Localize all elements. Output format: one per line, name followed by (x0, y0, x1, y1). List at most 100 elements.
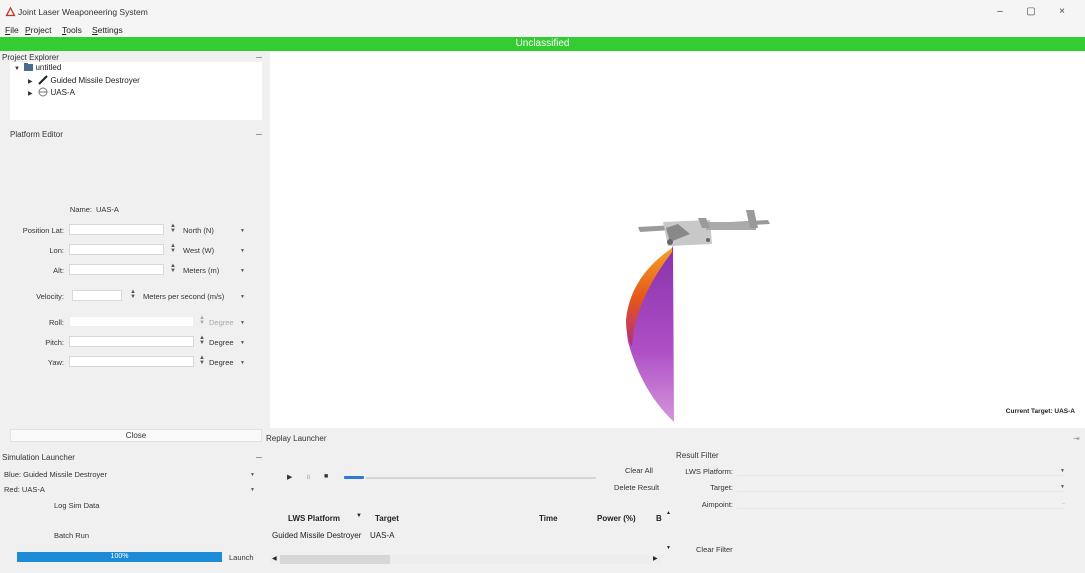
dropdown-arrow-icon: ▼ (240, 340, 245, 346)
dropdown-arrow-icon: ▼ (1060, 468, 1065, 474)
platform-editor-form: Name: UAS-A Position Lat: ▲ ▼ North (N) ▼ … (0, 140, 265, 428)
menu-file[interactable]: File (5, 25, 19, 35)
position-lat-label: Position Lat: (22, 226, 64, 235)
maximize-button[interactable]: ▢ (1021, 5, 1041, 19)
alt-input[interactable] (69, 264, 164, 275)
column-b[interactable]: B (656, 514, 662, 523)
current-target-readout: Current Target: UAS-A (1005, 408, 1075, 415)
replay-launcher-title: Replay Launcher (266, 434, 327, 443)
uas-icon (38, 87, 48, 97)
tree-root-label: untitled (35, 63, 62, 72)
pitch-input[interactable] (69, 336, 194, 347)
play-icon[interactable]: ▶ (287, 473, 292, 481)
title-bar: Joint Laser Weaponeering System – ▢ × (0, 0, 1085, 24)
lon-spinner-icon[interactable]: ▲ ▼ (170, 243, 176, 254)
collapse-arrow-icon[interactable]: ▶ (28, 90, 36, 97)
target-filter-select[interactable]: ▼ (737, 482, 1065, 492)
velocity-spinner-icon[interactable]: ▲ ▼ (130, 289, 136, 300)
tree-item-uas[interactable]: ▶ UAS-A (28, 87, 75, 97)
pause-icon[interactable]: ॥ (306, 473, 310, 482)
scene-viewport[interactable]: Current Target: UAS-A (270, 52, 1085, 428)
minimize-button[interactable]: – (990, 5, 1010, 19)
replay-slider-fill (344, 476, 364, 479)
dock-restore-icon[interactable]: ⇥ (1073, 434, 1080, 443)
lat-input[interactable] (69, 224, 164, 235)
close-editor-button[interactable]: Close (10, 429, 262, 442)
replay-slider-track[interactable] (366, 477, 596, 479)
dropdown-arrow-icon: ▼ (240, 294, 245, 300)
dropdown-arrow-icon: – (1062, 501, 1065, 507)
lat-spinner-icon[interactable]: ▲ ▼ (170, 223, 176, 234)
close-window-button[interactable]: × (1052, 5, 1072, 19)
alt-spinner-icon[interactable]: ▲ ▼ (170, 263, 176, 274)
yaw-input[interactable] (69, 356, 194, 367)
red-platform-select[interactable]: Red: UAS-A ▼ (4, 485, 255, 497)
column-power[interactable]: Power (%) (597, 514, 636, 523)
menu-project[interactable]: Project (25, 25, 51, 35)
column-target[interactable]: Target (375, 514, 399, 523)
destroyer-icon (38, 75, 48, 85)
project-explorer-title: Project Explorer (2, 53, 59, 62)
tree-root[interactable]: ▼ untitled (14, 63, 61, 72)
alt-unit-select[interactable]: Meters (m) ▼ (183, 266, 245, 275)
dropdown-arrow-icon: ▼ (250, 472, 255, 478)
dropdown-arrow-icon: ▼ (250, 487, 255, 493)
stop-icon[interactable]: ■ (324, 473, 328, 480)
tree-item-label: UAS-A (50, 88, 75, 97)
log-sim-data-checkbox[interactable]: Log Sim Data (54, 501, 99, 510)
delete-result-button[interactable]: Delete Result (614, 483, 659, 492)
dropdown-arrow-icon: ▼ (1060, 484, 1065, 490)
tree-item-destroyer[interactable]: ▶ Guided Missile Destroyer (28, 75, 140, 85)
scroll-right-icon[interactable]: ▶ (653, 555, 658, 562)
target-filter-label: Target: (710, 483, 733, 492)
clear-all-button[interactable]: Clear All (625, 466, 653, 475)
aimpoint-filter-label: Aimpoint: (701, 500, 733, 509)
menu-tools[interactable]: Tools (62, 25, 82, 35)
menu-settings[interactable]: Settings (92, 25, 123, 35)
expand-arrow-icon[interactable]: ▼ (14, 66, 22, 72)
roll-spinner-icon[interactable]: ▲ ▼ (199, 315, 205, 326)
roll-label: Roll: (48, 318, 64, 327)
lon-unit-select[interactable]: West (W) ▼ (183, 246, 245, 255)
roll-input[interactable] (69, 316, 194, 327)
velocity-input[interactable] (72, 290, 122, 301)
collapse-arrow-icon[interactable]: ▶ (28, 78, 36, 85)
scrollbar-thumb[interactable] (280, 555, 390, 564)
panel-float-icon[interactable] (256, 457, 262, 458)
menu-bar: File Project Tools Settings (0, 24, 1085, 37)
pitch-spinner-icon[interactable]: ▲ ▼ (199, 335, 205, 346)
scroll-down-icon[interactable]: ▼ (666, 545, 671, 551)
pitch-unit-select[interactable]: Degree ▼ (209, 338, 245, 347)
row-target-cell: UAS-A (370, 531, 395, 540)
velocity-unit-select[interactable]: Meters per second (m/s) ▼ (143, 292, 245, 301)
lws-platform-filter-select[interactable]: ▼ (737, 466, 1065, 476)
column-lws-platform[interactable]: LWS Platform (288, 514, 340, 523)
lon-input[interactable] (69, 244, 164, 255)
panel-float-icon[interactable] (256, 57, 262, 58)
batch-run-checkbox[interactable]: Batch Run (54, 531, 89, 540)
uas-aircraft-icon (638, 210, 770, 246)
sort-arrow-icon[interactable]: ▼ (356, 513, 362, 519)
tree-item-label: Guided Missile Destroyer (50, 76, 140, 85)
yaw-spinner-icon[interactable]: ▲ ▼ (199, 355, 205, 366)
blue-platform-select[interactable]: Blue: Guided Missile Destroyer ▼ (4, 470, 255, 482)
panel-float-icon[interactable] (256, 134, 262, 135)
simulation-launcher-title: Simulation Launcher (2, 453, 75, 462)
dropdown-arrow-icon: ▼ (240, 228, 245, 234)
yaw-unit-select[interactable]: Degree ▼ (209, 358, 245, 367)
aimpoint-filter-select[interactable]: – (737, 499, 1065, 509)
roll-unit-select[interactable]: Degree ▼ (209, 318, 245, 327)
column-time[interactable]: Time (539, 514, 558, 523)
lws-platform-filter-label: LWS Platform: (685, 467, 733, 476)
launch-button[interactable]: Launch (229, 553, 254, 562)
alt-label: Alt: (53, 266, 64, 275)
scroll-up-icon[interactable]: ▲ (666, 510, 671, 516)
clear-filter-button[interactable]: Clear Filter (696, 545, 733, 554)
dropdown-arrow-icon: ▼ (240, 248, 245, 254)
lat-unit-select[interactable]: North (N) ▼ (183, 226, 245, 235)
result-filter-title: Result Filter (676, 451, 719, 460)
pitch-label: Pitch: (45, 338, 64, 347)
folder-icon (24, 63, 34, 71)
dropdown-arrow-icon: ▼ (240, 320, 245, 326)
scroll-left-icon[interactable]: ◀ (272, 555, 277, 562)
